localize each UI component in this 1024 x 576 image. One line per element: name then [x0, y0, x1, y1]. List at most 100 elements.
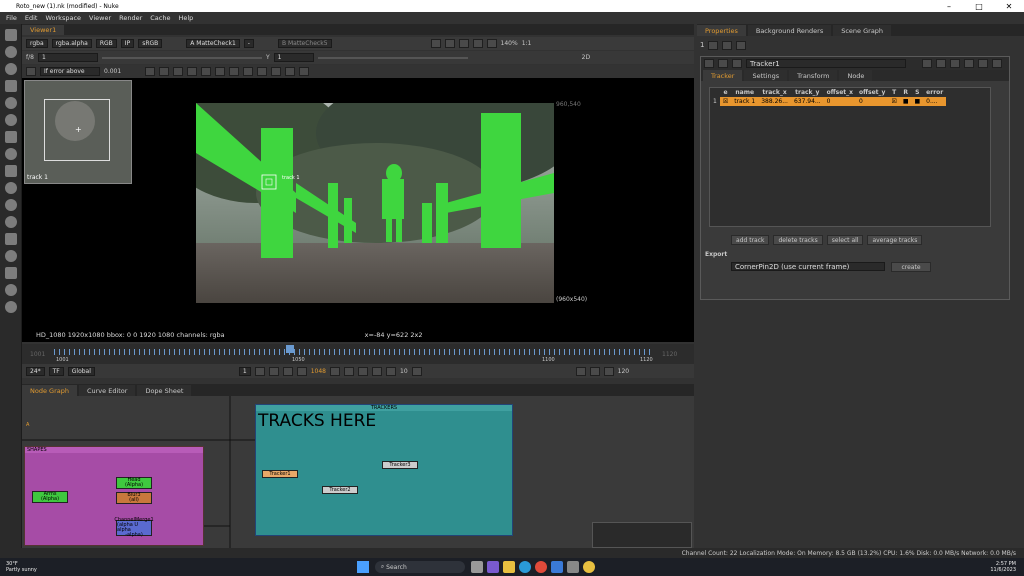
tab-node-graph[interactable]: Node Graph	[22, 385, 77, 396]
t-checkbox[interactable]: ☒	[888, 97, 899, 106]
row-offset-y[interactable]: 0	[856, 97, 888, 106]
current-frame[interactable]: 1048	[311, 368, 326, 375]
node-toggle-icon[interactable]	[704, 59, 714, 68]
tab-dope-sheet[interactable]: Dope Sheet	[137, 385, 192, 396]
pause-icon[interactable]	[486, 39, 497, 48]
play-icon[interactable]	[330, 366, 341, 376]
teams-icon[interactable]	[486, 561, 499, 573]
track-next-icon[interactable]	[187, 67, 198, 76]
draw-tool-icon[interactable]	[5, 46, 17, 58]
channel-display-select[interactable]: rgba.alpha	[51, 39, 92, 48]
views-tool-icon[interactable]	[5, 199, 17, 211]
menu-workspace[interactable]: Workspace	[45, 14, 81, 22]
inc-field[interactable]: 1	[238, 366, 251, 376]
playhead[interactable]	[286, 345, 294, 353]
display-select[interactable]: sRGB	[138, 39, 163, 48]
taskview-icon[interactable]	[470, 561, 483, 573]
filter-tool-icon[interactable]	[5, 114, 17, 126]
roi-icon[interactable]	[430, 39, 441, 48]
grid-icon[interactable]	[285, 67, 296, 76]
b-input-select[interactable]: B MatteCheck5	[277, 39, 332, 48]
merge-tool-icon[interactable]	[5, 148, 17, 160]
col-track-x[interactable]: track_x	[758, 88, 791, 97]
start-icon[interactable]	[356, 561, 369, 573]
col-offset-x[interactable]: offset_x	[824, 88, 856, 97]
tab-node[interactable]: Node	[839, 70, 873, 81]
other-tool-icon[interactable]	[5, 250, 17, 262]
menu-help[interactable]: Help	[178, 14, 193, 22]
fstop-label[interactable]: f/8	[26, 54, 34, 61]
next-frame-icon[interactable]	[344, 366, 355, 376]
track-prev-icon[interactable]	[159, 67, 170, 76]
gamma-slider[interactable]	[317, 56, 468, 59]
tab-background-renders[interactable]: Background Renders	[747, 25, 832, 36]
toolsets-icon[interactable]	[5, 233, 17, 245]
redo-icon[interactable]	[936, 59, 946, 68]
node-graph-minimap[interactable]	[592, 522, 692, 548]
go-start-icon[interactable]	[254, 366, 265, 376]
next-key-icon[interactable]	[358, 366, 369, 376]
menu-edit[interactable]: Edit	[25, 14, 38, 22]
undo-icon[interactable]	[922, 59, 932, 68]
tracker2-node[interactable]: Tracker2	[322, 486, 358, 494]
node-color-icon[interactable]	[718, 59, 728, 68]
head-node[interactable]: Head (Alpha)	[116, 477, 152, 489]
render-icon[interactable]	[589, 366, 600, 376]
col-offset-y[interactable]: offset_y	[856, 88, 888, 97]
col-e[interactable]: e	[720, 88, 731, 97]
node-graph[interactable]: TRACKERS TRACKS HERE Tracker1 Tracker2 T…	[22, 396, 694, 548]
frame-field[interactable]: 1	[37, 53, 98, 62]
nuke-task-icon[interactable]	[582, 561, 595, 573]
mode-2d-select[interactable]: 2D	[582, 54, 590, 61]
settings-icon[interactable]	[299, 67, 310, 76]
channel-tool-icon[interactable]	[5, 80, 17, 92]
track-back-icon[interactable]	[145, 67, 156, 76]
tracker1-node[interactable]: Tracker1	[262, 470, 298, 478]
weather-widget[interactable]: 30°F Partly sunny	[6, 561, 37, 573]
row-track-y[interactable]: 637.94...	[791, 97, 824, 106]
help-icon[interactable]	[964, 59, 974, 68]
node-tool-icon[interactable]	[732, 59, 742, 68]
prev-frame-icon[interactable]	[282, 366, 293, 376]
keyframe-add-icon[interactable]	[229, 67, 240, 76]
center-icon[interactable]	[271, 67, 282, 76]
audio-icon[interactable]	[603, 366, 614, 376]
track-range-icon[interactable]	[215, 67, 226, 76]
error-check-icon[interactable]	[26, 67, 36, 76]
clear-icon[interactable]	[257, 67, 268, 76]
tab-settings[interactable]: Settings	[744, 70, 788, 81]
loop-icon[interactable]	[386, 366, 397, 376]
row-name[interactable]: track 1	[731, 97, 758, 106]
timeline[interactable]: 1001 1001 1050 1100 1120 1120	[22, 344, 694, 364]
row-offset-x[interactable]: 0	[824, 97, 856, 106]
col-error[interactable]: error	[923, 88, 946, 97]
color-tool-icon[interactable]	[5, 97, 17, 109]
channelmerge-node[interactable]: ChannelMerge1 (alpha U alpha -alpha)	[114, 518, 153, 538]
tab-scene-graph[interactable]: Scene Graph	[833, 25, 892, 36]
app-icon[interactable]	[566, 561, 579, 573]
revert-icon[interactable]	[950, 59, 960, 68]
end-field[interactable]: 120	[618, 368, 629, 375]
ip-toggle[interactable]: IP	[120, 39, 135, 48]
tab-viewer1[interactable]: Viewer1	[22, 25, 65, 35]
arms-node[interactable]: Arms (Alpha)	[32, 491, 68, 503]
enable-checkbox[interactable]: ☒	[720, 97, 731, 106]
col-r[interactable]: R	[900, 88, 912, 97]
table-row[interactable]: 1 ☒ track 1 388.26... 637.94... 0 0 ☒ ■ …	[710, 97, 947, 106]
menu-viewer[interactable]: Viewer	[89, 14, 111, 22]
overlay-icon[interactable]	[444, 39, 455, 48]
export-select[interactable]: CornerPin2D (use current frame)	[731, 262, 885, 271]
float-icon[interactable]	[722, 40, 733, 50]
time-tool-icon[interactable]	[5, 63, 17, 75]
transform-tool-icon[interactable]	[5, 165, 17, 177]
col-name[interactable]: name	[731, 88, 758, 97]
tab-properties[interactable]: Properties	[697, 25, 746, 36]
float-panel-icon[interactable]	[978, 59, 988, 68]
lock-icon[interactable]	[708, 40, 719, 50]
refresh-icon[interactable]	[472, 39, 483, 48]
gain-slider[interactable]	[101, 56, 262, 59]
error-threshold[interactable]: 0.001	[104, 68, 121, 75]
node-name-field[interactable]: Tracker1	[746, 59, 906, 68]
fps-select[interactable]: 24*	[26, 366, 45, 376]
image-tool-icon[interactable]	[5, 29, 17, 41]
